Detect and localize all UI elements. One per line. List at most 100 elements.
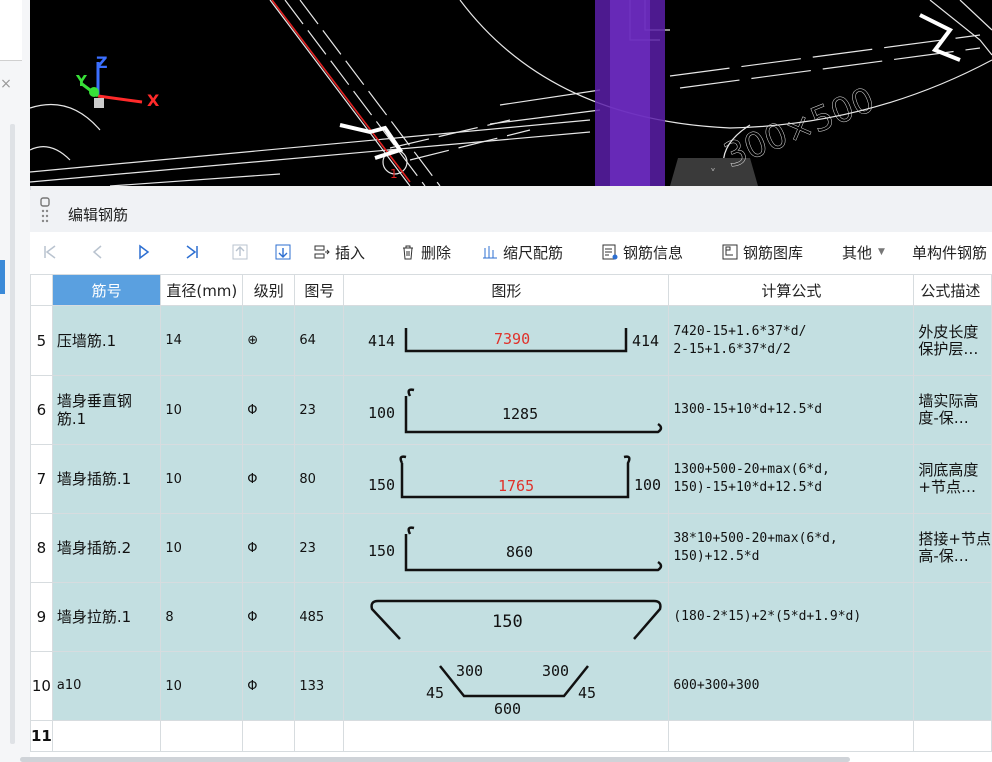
- column-header-figure-no[interactable]: 图号: [294, 274, 345, 306]
- row-number: 10: [30, 651, 53, 721]
- bar-name-cell[interactable]: 墙身插筋.1: [51, 444, 162, 514]
- cad-viewport[interactable]: ˅ 1 300×500 Z Y X: [30, 0, 992, 186]
- column-header-diameter[interactable]: 直径(mm): [160, 274, 244, 306]
- description-cell[interactable]: 墙实际高 度-保…: [913, 375, 992, 445]
- diameter-cell[interactable]: 10: [160, 651, 244, 721]
- single-component-button[interactable]: 单构件钢筋: [912, 232, 987, 272]
- column-header-shape[interactable]: 图形: [343, 274, 670, 306]
- bar-name-cell[interactable]: 墙身垂直钢 筋.1: [51, 375, 162, 445]
- other-menu[interactable]: 其他 ▼: [842, 232, 885, 272]
- formula-cell[interactable]: 7420-15+1.6*37*d/ 2-15+1.6*37*d/2: [668, 305, 915, 376]
- empty-cell[interactable]: [294, 720, 345, 752]
- vertical-scrollbar[interactable]: [10, 124, 15, 744]
- table-row[interactable]: 8 墙身插筋.2 10 Φ 23 150 860 38*10+500-20+ma…: [30, 513, 992, 583]
- figure-no-cell[interactable]: 23: [294, 513, 345, 583]
- delete-button[interactable]: 删除: [400, 232, 451, 272]
- horizontal-scrollbar[interactable]: [20, 757, 850, 762]
- table-row[interactable]: 11: [30, 720, 992, 752]
- info-list-icon: [602, 244, 618, 260]
- shape-cell[interactable]: 150 1765 100: [343, 444, 670, 514]
- edit-rebar-panel: 编辑钢筋 插入 删除 缩尺配筋 钢筋信息 钢筋图库 其他 ▼ 单构件钢筋 筋号 …: [30, 190, 992, 762]
- shape-cell[interactable]: 150 860: [343, 513, 670, 583]
- empty-cell[interactable]: [51, 720, 162, 752]
- column-header-description[interactable]: 公式描述: [913, 274, 992, 306]
- figure-no-cell[interactable]: 485: [294, 582, 345, 652]
- shape-dim-bottom: 600: [494, 700, 521, 718]
- panel-header: 编辑钢筋: [30, 190, 992, 233]
- figure-no-cell[interactable]: 64: [294, 305, 345, 376]
- bar-name-cell[interactable]: 压墙筋.1: [51, 305, 162, 376]
- column-header-formula[interactable]: 计算公式: [668, 274, 915, 306]
- chevron-down-icon: ▼: [878, 247, 885, 257]
- figure-no-cell[interactable]: 23: [294, 375, 345, 445]
- shape-cell[interactable]: 414 7390 414: [343, 305, 670, 376]
- diameter-cell[interactable]: 10: [160, 513, 244, 583]
- description-cell[interactable]: [913, 582, 992, 652]
- rebar-library-button[interactable]: 钢筋图库: [722, 232, 803, 272]
- figure-no-cell[interactable]: 133: [294, 651, 345, 721]
- grade-cell[interactable]: ⊕: [242, 305, 296, 376]
- grade-cell[interactable]: Φ: [242, 582, 296, 652]
- bar-name-cell[interactable]: 墙身拉筋.1: [51, 582, 162, 652]
- bar-name-text: 墙身垂直钢 筋.1: [56, 392, 132, 428]
- grade-cell[interactable]: Φ: [242, 513, 296, 583]
- description-text: 墙实际高 度-保…: [918, 392, 979, 427]
- shape-dim-middle: 1285: [502, 405, 538, 423]
- table-row[interactable]: 9 墙身拉筋.1 8 Φ 485 150 (180-2*15)+2*(5*d+1…: [30, 582, 992, 652]
- table-row[interactable]: 10 a10 10 Φ 133 300 300 45 45 600 600+30…: [30, 651, 992, 721]
- formula-cell[interactable]: 600+300+300: [668, 651, 915, 721]
- move-down-button[interactable]: [275, 232, 296, 272]
- previous-record-button[interactable]: [90, 232, 111, 272]
- grade-cell[interactable]: Φ: [242, 375, 296, 445]
- insert-label: 插入: [335, 243, 366, 262]
- table-row[interactable]: 5 压墙筋.1 14 ⊕ 64 414 7390 414 7420-15+1.6…: [30, 305, 992, 376]
- pin-icon[interactable]: [40, 197, 50, 223]
- diameter-cell[interactable]: 8: [160, 582, 244, 652]
- grade-cell[interactable]: Φ: [242, 444, 296, 514]
- formula-cell[interactable]: 1300+500-20+max(6*d, 150)-15+10*d+12.5*d: [668, 444, 915, 514]
- shape-cell[interactable]: 300 300 45 45 600: [343, 651, 670, 721]
- formula-cell[interactable]: 1300-15+10*d+12.5*d: [668, 375, 915, 445]
- scale-rebar-button[interactable]: 缩尺配筋: [482, 232, 563, 272]
- diameter-cell[interactable]: 10: [160, 375, 244, 445]
- grade-cell[interactable]: Φ: [242, 651, 296, 721]
- description-text: 外皮长度 保护层…: [918, 322, 979, 358]
- bar-name-cell[interactable]: 墙身插筋.2: [51, 513, 162, 583]
- row-number: 11: [30, 720, 53, 752]
- empty-cell[interactable]: [242, 720, 296, 752]
- empty-cell[interactable]: [668, 720, 915, 752]
- row-number-header: [30, 274, 53, 306]
- shape-dim-middle: 860: [506, 543, 533, 561]
- column-header-grade[interactable]: 级别: [242, 274, 296, 306]
- diameter-cell[interactable]: 14: [160, 305, 244, 376]
- close-icon[interactable]: ×: [0, 76, 12, 92]
- description-cell[interactable]: [913, 651, 992, 721]
- empty-cell[interactable]: [913, 720, 992, 752]
- bar-name-cell[interactable]: a10: [51, 651, 162, 721]
- skip-first-icon: [44, 245, 56, 259]
- shape-cell[interactable]: 100 1285: [343, 375, 670, 445]
- column-header-bar-no[interactable]: 筋号: [51, 274, 162, 306]
- figure-no-cell[interactable]: 80: [294, 444, 345, 514]
- description-cell[interactable]: 洞底高度 +节点…: [913, 444, 992, 514]
- next-record-button[interactable]: [136, 232, 157, 272]
- formula-cell[interactable]: 38*10+500-20+max(6*d, 150)+12.5*d: [668, 513, 915, 583]
- description-cell[interactable]: 外皮长度 保护层…: [913, 305, 992, 376]
- first-record-button[interactable]: [42, 232, 63, 272]
- table-row[interactable]: 6 墙身垂直钢 筋.1 10 Φ 23 100 1285 1300-15+10*…: [30, 375, 992, 445]
- move-up-button[interactable]: [232, 232, 253, 272]
- diameter-cell[interactable]: 10: [160, 444, 244, 514]
- rebar-info-button[interactable]: 钢筋信息: [602, 232, 683, 272]
- empty-cell[interactable]: [343, 720, 670, 752]
- formula-cell[interactable]: (180-2*15)+2*(5*d+1.9*d): [668, 582, 915, 652]
- shape-dim-left: 414: [368, 332, 395, 350]
- description-cell[interactable]: 搭接+节点 高-保…: [913, 513, 992, 583]
- table-row[interactable]: 7 墙身插筋.1 10 Φ 80 150 1765 100 1300+500-2…: [30, 444, 992, 514]
- empty-cell[interactable]: [160, 720, 244, 752]
- insert-button[interactable]: 插入: [314, 232, 365, 272]
- row-number: 5: [30, 305, 53, 376]
- left-panel-box: [0, 0, 22, 61]
- shape-cell[interactable]: 150: [343, 582, 670, 652]
- last-record-button[interactable]: [184, 232, 205, 272]
- rebar-grid: 筋号 直径(mm) 级别 图号 图形 计算公式 公式描述 5 压墙筋.1 14 …: [30, 274, 992, 752]
